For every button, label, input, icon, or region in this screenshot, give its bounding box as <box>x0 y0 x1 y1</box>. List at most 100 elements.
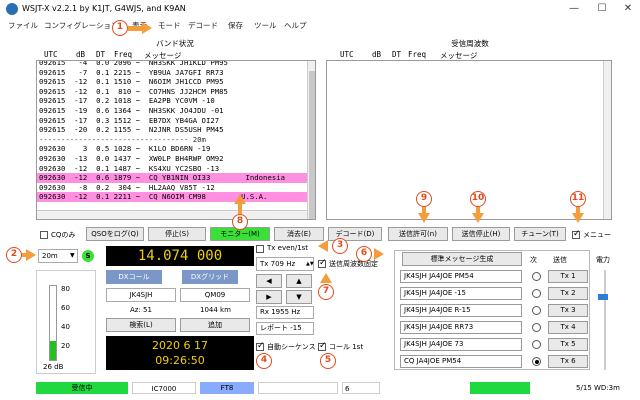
hold-tx-checkbox[interactable] <box>318 258 327 268</box>
rx-frequency-headers: UTC dB DT Freq メッセージ <box>326 50 611 60</box>
band-activity-row[interactable]: ---------------------------------- 20m <box>37 135 307 145</box>
callout-3: 3 <box>332 238 348 254</box>
band-activity-row[interactable]: 092630 -12 0.6 1879 ~ CQ YB1NIN OI33 Ind… <box>37 173 307 183</box>
close-button[interactable]: ✕ <box>614 2 640 16</box>
tx-3-next-radio[interactable] <box>532 306 541 315</box>
frequency-display: 14.074 000 <box>106 246 254 266</box>
dx-grid-input[interactable]: QM09 <box>180 288 250 302</box>
band-activity-row[interactable]: 092630 3 0.5 1028 ~ K1LO BD6RN -19 <box>37 144 307 154</box>
tx-message-1-input[interactable]: JK4SJH JA4JOE PM54 <box>400 270 522 283</box>
dx-call-input[interactable]: JK4SJH <box>106 288 176 302</box>
rx-to-tx-button[interactable]: ▶ <box>256 290 282 304</box>
band-activity-row[interactable]: 092615 -4 0.0 2096 ~ NH3SKK JH1KLD PM95 <box>37 61 307 68</box>
meter-tick: 20 <box>61 342 70 350</box>
band-activity-row[interactable]: 092615 -17 0.2 1018 ~ EA2PB YC0VM -10 <box>37 96 307 106</box>
dx-grid-label: DXグリッド <box>182 270 238 284</box>
auto-seq-checkbox[interactable] <box>256 341 265 351</box>
menu-decode[interactable]: デコード <box>188 20 218 31</box>
tx-even-checkbox[interactable] <box>256 245 264 253</box>
enable-tx-button[interactable]: 送信許可(n) <box>388 227 448 241</box>
add-button[interactable]: 追加 <box>180 318 250 332</box>
rx-to-tx-up-button[interactable]: ▲ <box>286 274 312 288</box>
tx-to-rx-button[interactable]: ◀ <box>256 274 282 288</box>
tx-message-3-input[interactable]: JK4SJH JA4JOE R-15 <box>400 304 522 317</box>
tx-frequency-spinbox[interactable]: Tx 709 Hz ▲▼ <box>256 257 314 271</box>
tx-message-2-input[interactable]: JK4SJH JA4JOE -15 <box>400 287 522 300</box>
call-1st-checkbox[interactable] <box>318 341 327 351</box>
band-activity-list[interactable]: 092615 -4 0.0 2096 ~ NH3SKK JH1KLD PM95 0… <box>36 60 316 220</box>
tx-message-6-input[interactable]: CQ JA4JOE PM54 <box>400 355 522 368</box>
arrow-down-icon <box>572 213 584 223</box>
band-activity-title: バンド状況 <box>156 39 194 48</box>
band-activity-row[interactable]: 092615 -17 0.3 1512 ~ EB7DX YB4GA OI27 <box>37 116 307 126</box>
rx-frequency-scrollbar[interactable] <box>603 61 611 219</box>
band-activity-row[interactable]: 092615 -7 0.1 2215 ~ YB9UA JA7GFI RR73 <box>37 68 307 78</box>
tx-1-button[interactable]: Tx 1 <box>548 270 588 283</box>
generate-std-msgs-button[interactable]: 標準メッセージ生成 <box>402 252 522 266</box>
stop-button[interactable]: 停止(S) <box>148 227 206 241</box>
header-utc: UTC <box>340 50 354 59</box>
menu-configuration[interactable]: コンフィグレーション <box>44 20 118 31</box>
rx-frequency-spinbox[interactable]: Rx 1955 Hz <box>256 306 314 319</box>
tx-2-button[interactable]: Tx 2 <box>548 287 588 300</box>
band-activity-row[interactable]: 092630 -8 0.2 304 ~ HL2AAQ V85T -12 <box>37 183 307 193</box>
callout-1: 1 <box>112 20 128 36</box>
horizontal-scrollbar[interactable] <box>37 210 307 219</box>
title-bar: WSJT-X v2.2.1 by K1JT, G4WJS, and K9AN —… <box>0 0 640 18</box>
band-activity-row[interactable]: 092615 -20 0.2 1155 ~ N2JNR DS5USH PM45 <box>37 125 307 135</box>
halt-tx-button[interactable]: 送信停止(H) <box>452 227 510 241</box>
rx-to-tx-down-button[interactable]: ▼ <box>286 290 312 304</box>
erase-button[interactable]: 消去(E) <box>274 227 324 241</box>
tx-5-button[interactable]: Tx 5 <box>548 338 588 351</box>
status-count: 6 <box>342 382 380 394</box>
band-activity-scrollbar[interactable] <box>307 61 315 219</box>
power-slider-track[interactable] <box>604 270 606 370</box>
menu-save[interactable]: 保存 <box>228 20 243 31</box>
band-activity-row[interactable]: 092630 -12 0.1 2211 ~ CQ N6OIM CM98 U.S.… <box>37 192 307 202</box>
next-label: 次 <box>530 256 537 264</box>
rx-frequency-list[interactable] <box>326 60 612 220</box>
tx-5-next-radio[interactable] <box>532 340 541 349</box>
tx-even-label: Tx even/1st <box>267 244 309 252</box>
arrow-down-icon <box>472 213 484 223</box>
tx-4-button[interactable]: Tx 4 <box>548 321 588 334</box>
band-activity-row[interactable]: 092615 -12 0.1 810 ~ CO7HNS JJ2HCM PM85 <box>37 87 307 97</box>
menu-help[interactable]: ヘルプ <box>284 20 307 31</box>
meter-bar-frame <box>49 285 57 361</box>
status-receiving: 受信中 <box>36 382 128 394</box>
rx-frequency-title: 受信周波数 <box>451 39 489 48</box>
minimize-button[interactable]: — <box>560 2 588 16</box>
menu-bar: ファイル コンフィグレーション 表示 モード デコード 保存 ツール ヘルプ <box>0 18 640 32</box>
maximize-button[interactable]: ☐ <box>588 2 616 16</box>
app-icon <box>6 3 18 15</box>
arrow-up-icon <box>234 194 246 204</box>
power-slider-handle[interactable] <box>598 294 608 300</box>
band-activity-row[interactable]: 092615 -19 0.6 1364 ~ NH3SKK JO4JDU -01 <box>37 106 307 116</box>
header-freq: Freq <box>114 50 133 59</box>
tx-1-next-radio[interactable] <box>532 272 541 281</box>
report-spinbox[interactable]: レポート -15 <box>256 322 314 335</box>
header-dt: DT <box>96 50 106 59</box>
scroll-thumb[interactable] <box>309 71 315 219</box>
tx-6-next-radio[interactable] <box>532 357 541 366</box>
tx-3-button[interactable]: Tx 3 <box>548 304 588 317</box>
menu-file[interactable]: ファイル <box>8 20 38 31</box>
tx-2-next-radio[interactable] <box>532 289 541 298</box>
band-select[interactable]: 20m ▼ <box>38 249 78 263</box>
band-activity-row[interactable]: 092630 -13 0.0 1437 ~ XW0LP BH4RWP OM92 <box>37 154 307 164</box>
tx-6-button[interactable]: Tx 6 <box>548 355 588 368</box>
menu-tools[interactable]: ツール <box>254 20 277 31</box>
cq-only-checkbox[interactable] <box>40 231 48 239</box>
menu-mode[interactable]: モード <box>158 20 181 31</box>
band-activity-row[interactable]: 092615 -12 0.1 1510 ~ N6OIM JH1CCD PM95 <box>37 77 307 87</box>
callout-8: 8 <box>232 214 248 230</box>
tx-4-next-radio[interactable] <box>532 323 541 332</box>
band-activity-row[interactable]: 092630 -12 0.1 1487 ~ KS4XU YC2SBO -13 <box>37 164 307 174</box>
report-value: レポート -15 <box>260 324 302 332</box>
tx-message-5-input[interactable]: JK4SJH JA4JOE 73 <box>400 338 522 351</box>
tx-message-4-input[interactable]: JK4SJH JA4JOE RR73 <box>400 321 522 334</box>
lookup-button[interactable]: 検索(L) <box>106 318 176 332</box>
menus-checkbox[interactable] <box>572 229 581 239</box>
log-qso-button[interactable]: QSOをログ(Q) <box>86 227 144 241</box>
tune-button[interactable]: チューン(T) <box>514 227 566 241</box>
